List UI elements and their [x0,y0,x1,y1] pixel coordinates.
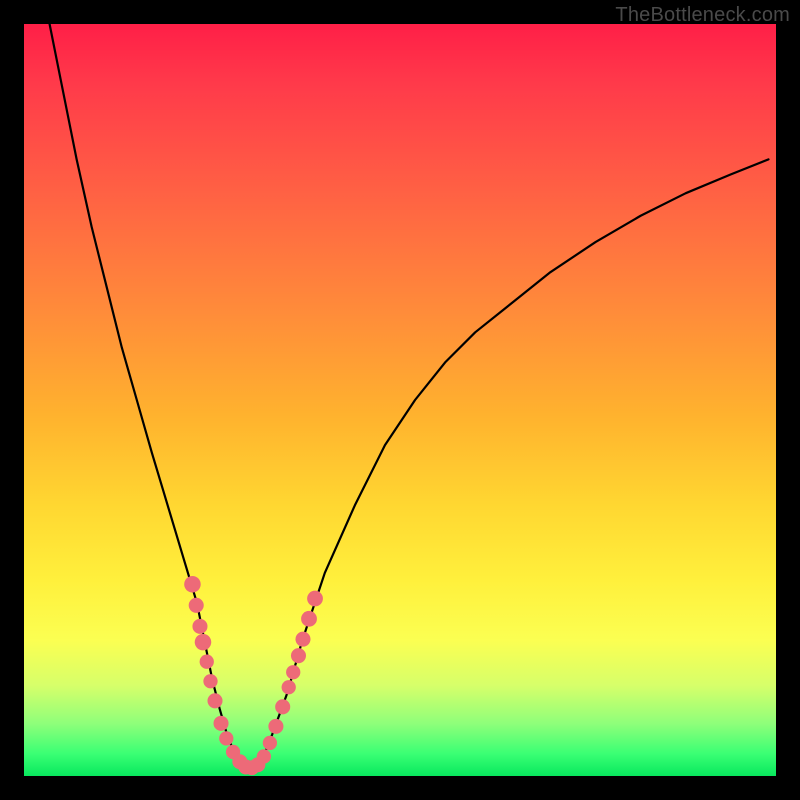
data-marker [275,699,290,714]
plot-area [24,24,776,776]
data-marker [257,749,271,763]
data-marker [286,665,300,679]
data-marker [295,632,310,647]
data-marker [203,674,217,688]
data-marker [263,736,277,750]
data-marker [307,591,323,607]
data-marker [195,634,212,651]
data-marker [192,619,207,634]
marker-group [184,576,323,775]
data-marker [189,598,204,613]
data-marker [268,719,283,734]
chart-svg [24,24,776,776]
data-marker [184,576,201,593]
bottleneck-curve [50,24,769,768]
chart-frame: TheBottleneck.com [0,0,800,800]
data-marker [207,693,222,708]
data-marker [219,731,233,745]
data-marker [214,716,229,731]
watermark-text: TheBottleneck.com [615,4,790,27]
data-marker [291,648,306,663]
data-marker [282,680,296,694]
data-marker [200,655,214,669]
data-marker [301,611,317,627]
